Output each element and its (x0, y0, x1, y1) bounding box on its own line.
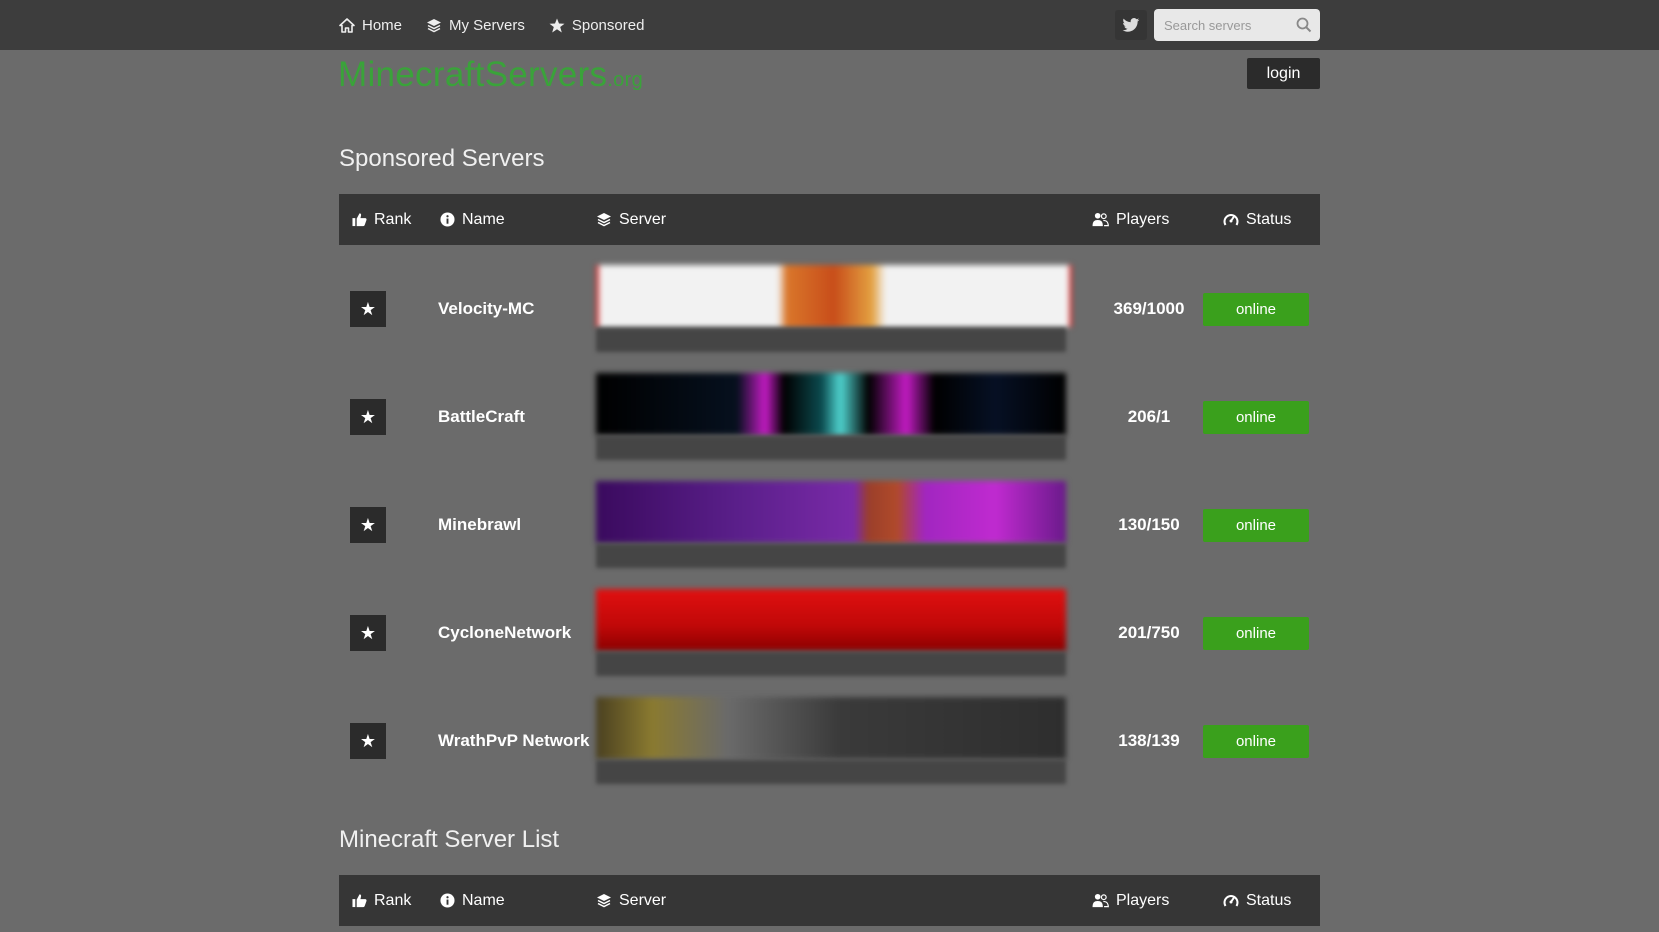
player-count: 138/139 (1118, 731, 1180, 750)
list-header-status-label: Status (1246, 891, 1292, 909)
logo-tld: .org (607, 69, 643, 91)
twitter-button[interactable] (1115, 10, 1147, 40)
star-icon: ★ (359, 514, 377, 535)
header-players-label: Players (1116, 210, 1170, 228)
server-name[interactable]: CycloneNetwork (438, 623, 571, 643)
info-icon (440, 893, 455, 908)
sponsored-rank-badge: ★ (350, 615, 386, 651)
status-badge: online (1203, 725, 1309, 758)
star-icon: ★ (359, 622, 377, 643)
sponsored-rank-badge: ★ (350, 723, 386, 759)
list-header-rank-label: Rank (374, 891, 412, 909)
list-header-server[interactable]: Server (596, 875, 666, 926)
table-row[interactable]: ★ Velocity-MC 369/1000 online (339, 259, 1320, 359)
site-logo[interactable]: MinecraftServers.org (338, 55, 643, 95)
sponsored-servers-title: Sponsored Servers (339, 145, 545, 172)
thumbs-up-icon (352, 894, 367, 908)
server-name[interactable]: Minebrawl (438, 515, 521, 535)
server-address-bar (596, 760, 1066, 784)
layers-icon (597, 894, 611, 908)
nav-home-label: Home (362, 16, 403, 34)
top-navbar: Home My Servers Sponsored (0, 0, 1659, 50)
server-address-bar (596, 328, 1066, 352)
status-badge: online (1203, 401, 1309, 434)
logo-name: MinecraftServers (338, 55, 608, 94)
star-icon (549, 18, 565, 32)
list-header-players-label: Players (1116, 891, 1170, 909)
server-banner[interactable] (596, 697, 1066, 759)
users-icon (1092, 893, 1109, 908)
status-badge: online (1203, 617, 1309, 650)
list-header-players[interactable]: Players (1092, 875, 1169, 926)
speedometer-icon (1223, 214, 1239, 226)
table-row[interactable]: ★ WrathPvP Network 138/139 online (339, 691, 1320, 791)
nav-sponsored[interactable]: Sponsored (549, 16, 645, 34)
server-banner[interactable] (596, 481, 1066, 543)
sponsored-rank-badge: ★ (350, 507, 386, 543)
header-server-label: Server (619, 210, 667, 228)
search-box (1154, 9, 1320, 41)
layers-icon (597, 213, 611, 227)
search-icon[interactable] (1296, 17, 1312, 33)
nav-home[interactable]: Home (339, 17, 402, 34)
sponsored-table-header: Rank Name Server Players Status (339, 194, 1320, 245)
star-icon: ★ (359, 298, 377, 319)
home-icon (339, 17, 355, 33)
status-badge: online (1203, 509, 1309, 542)
login-button[interactable]: login (1247, 58, 1320, 89)
header-rank-label: Rank (374, 210, 412, 228)
header-players[interactable]: Players (1092, 194, 1169, 245)
list-header-name-label: Name (462, 891, 505, 909)
player-count: 206/1 (1127, 407, 1171, 426)
header-server[interactable]: Server (596, 194, 666, 245)
server-list-title: Minecraft Server List (339, 826, 560, 853)
speedometer-icon (1223, 895, 1239, 907)
server-banner[interactable] (596, 373, 1066, 435)
nav-my-servers[interactable]: My Servers (426, 17, 525, 34)
star-icon: ★ (359, 730, 377, 751)
table-row[interactable]: ★ Minebrawl 130/150 online (339, 475, 1320, 575)
header-rank[interactable]: Rank (352, 194, 411, 245)
header-status[interactable]: Status (1223, 194, 1291, 245)
table-row[interactable]: ★ CycloneNetwork 201/750 online (339, 583, 1320, 683)
users-icon (1092, 212, 1109, 227)
sponsored-rank-badge: ★ (350, 291, 386, 327)
twitter-icon (1122, 17, 1140, 32)
list-header-rank[interactable]: Rank (352, 875, 411, 926)
nav-sponsored-label: Sponsored (571, 16, 645, 34)
list-header-status[interactable]: Status (1223, 875, 1291, 926)
player-count: 369/1000 (1113, 299, 1185, 318)
player-count: 201/750 (1118, 623, 1180, 642)
sponsored-rank-badge: ★ (350, 399, 386, 435)
header-name-label: Name (462, 210, 505, 228)
server-name[interactable]: WrathPvP Network (438, 731, 589, 751)
server-address-bar (596, 544, 1066, 568)
thumbs-up-icon (352, 213, 367, 227)
star-icon: ★ (359, 406, 377, 427)
header-name[interactable]: Name (440, 194, 505, 245)
server-banner[interactable] (596, 589, 1066, 651)
table-row[interactable]: ★ BattleCraft 206/1 online (339, 367, 1320, 467)
info-icon (440, 212, 455, 227)
server-list-table-header: Rank Name Server Players Status (339, 875, 1320, 926)
server-address-bar (596, 436, 1066, 460)
server-banner[interactable] (596, 265, 1072, 327)
server-name[interactable]: BattleCraft (438, 407, 525, 427)
search-input[interactable] (1154, 9, 1294, 41)
header-status-label: Status (1246, 210, 1292, 228)
list-header-server-label: Server (619, 891, 667, 909)
player-count: 130/150 (1118, 515, 1180, 534)
server-name[interactable]: Velocity-MC (438, 299, 534, 319)
list-header-name[interactable]: Name (440, 875, 505, 926)
server-address-bar (596, 652, 1066, 676)
nav-my-servers-label: My Servers (449, 16, 525, 34)
status-badge: online (1203, 293, 1309, 326)
main-nav: Home My Servers Sponsored (339, 0, 668, 50)
layers-icon (427, 18, 442, 32)
